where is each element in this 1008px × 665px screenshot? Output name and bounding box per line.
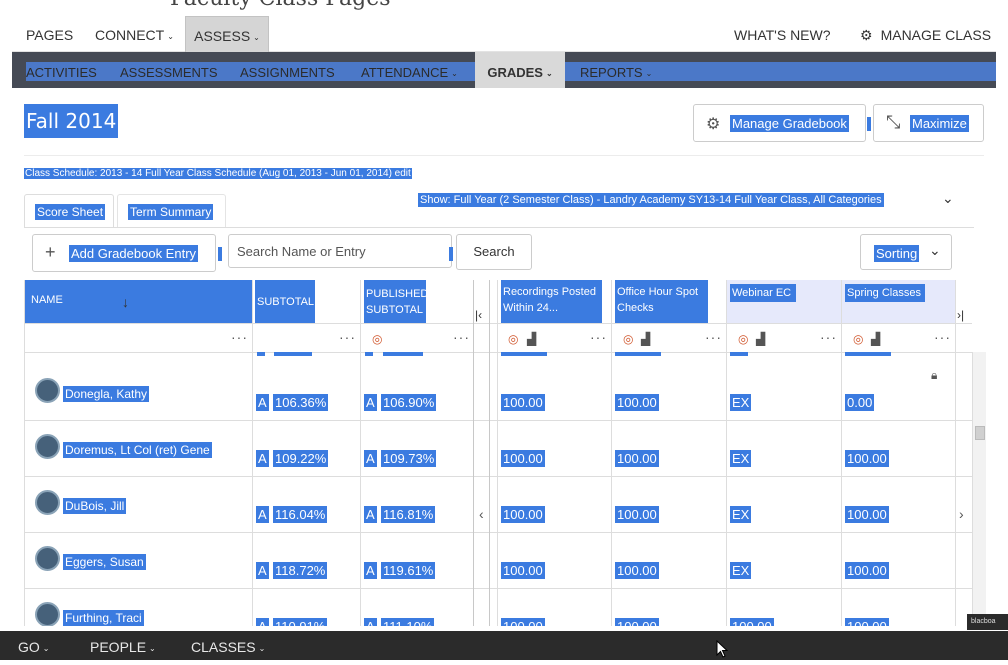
scroll-right-icon[interactable]: › [959, 506, 964, 522]
gear-icon: ⚙ [706, 116, 721, 133]
column-header-name[interactable]: NAME [29, 292, 65, 308]
column-header-published-subtotal[interactable]: SUBTOTAL [364, 302, 425, 318]
lock-icon: 🔒︎ [931, 368, 938, 382]
top-nav: PAGES CONNECT ⌄ ASSESS ⌄ WHAT'S NEW? ⚙ MANA… [12, 16, 996, 52]
show-filter[interactable]: Show: Full Year (2 Semester Class) - Lan… [418, 193, 884, 207]
scroll-last-icon[interactable]: ›| [957, 308, 964, 322]
column-header-office-hour[interactable]: Office Hour Spot [615, 284, 700, 300]
publish-icon[interactable]: ◎ [853, 332, 863, 346]
scroll-first-icon[interactable]: |‹ [475, 308, 482, 322]
plus-icon: + [45, 242, 56, 262]
avatar [35, 602, 60, 626]
nav-connect[interactable]: CONNECT ⌄ [95, 16, 174, 52]
student-name[interactable]: Donegla, Kathy [63, 386, 150, 402]
student-name[interactable]: Furthing, Traci [63, 610, 144, 626]
publish-icon[interactable]: ◎ [372, 332, 382, 346]
subnav-activities[interactable]: ACTIVITIES [26, 52, 97, 88]
tab-score-sheet[interactable]: Score Sheet [24, 194, 114, 228]
column-header-recordings-2[interactable]: Within 24... [501, 300, 560, 316]
subnav-assignments[interactable]: ASSIGNMENTS [240, 52, 335, 88]
avatar [35, 490, 60, 515]
column-header-recordings[interactable]: Recordings Posted [501, 284, 598, 300]
sub-nav: ACTIVITIES ASSESSMENTS ASSIGNMENTS ATTEN… [12, 52, 996, 88]
more-options-icon[interactable]: ··· [705, 329, 722, 345]
more-options-icon[interactable]: ··· [453, 329, 470, 345]
nav-pages[interactable]: PAGES [26, 16, 73, 52]
more-options-icon[interactable]: ··· [590, 329, 607, 345]
publish-icon[interactable]: ◎ [738, 332, 748, 346]
column-header-spring[interactable]: Spring Classes [845, 285, 923, 301]
student-name[interactable]: Eggers, Susan [63, 554, 146, 570]
column-header-webinar[interactable]: Webinar EC [730, 285, 793, 301]
mouse-cursor-icon [716, 640, 728, 658]
class-schedule: Class Schedule: 2013 - 14 Full Year Clas… [24, 168, 412, 179]
chevron-down-icon: ⌄ [167, 32, 174, 41]
avatar [35, 546, 60, 571]
gear-icon: ⚙ [860, 27, 873, 43]
publish-icon[interactable]: ◎ [508, 332, 518, 346]
search-input[interactable] [228, 234, 452, 268]
add-gradebook-entry-button[interactable]: + Add Gradebook Entry [32, 234, 216, 272]
subnav-assessments[interactable]: ASSESSMENTS [120, 52, 218, 88]
subnav-grades[interactable]: GRADES ⌄ [475, 52, 565, 88]
subnav-reports[interactable]: REPORTS ⌄ [580, 52, 652, 88]
nav-whats-new[interactable]: WHAT'S NEW? [734, 16, 831, 52]
nav-assess[interactable]: ASSESS ⌄ [185, 16, 269, 52]
watermark: blacboa [967, 614, 1008, 630]
student-name[interactable]: Doremus, Lt Col (ret) Gene [63, 442, 212, 458]
page-title: Fall 2014 [24, 104, 119, 138]
avatar [35, 378, 60, 403]
manage-gradebook-button[interactable]: ⚙ Manage Gradebook [693, 104, 866, 142]
scrollbar-thumb[interactable] [975, 426, 985, 440]
tab-term-summary[interactable]: Term Summary [117, 194, 226, 228]
subnav-attendance[interactable]: ATTENDANCE ⌄ [361, 52, 458, 88]
search-button[interactable]: Search [456, 234, 532, 270]
student-name[interactable]: DuBois, Jill [63, 498, 127, 514]
stats-icon[interactable]: ▟ [641, 332, 650, 346]
maximize-button[interactable]: ⤡ Maximize [873, 104, 984, 142]
column-header-published[interactable]: PUBLISHED [364, 286, 430, 302]
more-options-icon[interactable]: ··· [934, 329, 951, 345]
app-title: Faculty Class Pages [170, 0, 391, 11]
chevron-down-icon: ⌄ [149, 644, 156, 653]
gradebook-grid: NAME ↓ SUBTOTAL PUBLISHED SUBTOTAL |‹ Re… [24, 280, 972, 626]
nav-manage-class[interactable]: ⚙ MANAGE CLASS [860, 16, 991, 52]
sort-arrow-icon[interactable]: ↓ [122, 294, 129, 310]
chevron-down-icon: ⌄ [253, 33, 260, 42]
scroll-left-icon[interactable]: ‹ [479, 506, 484, 522]
chevron-down-icon: ⌄ [258, 644, 266, 653]
stats-icon[interactable]: ▟ [756, 332, 765, 346]
avatar [35, 434, 60, 459]
chevron-down-icon: ⌄ [645, 69, 653, 78]
publish-icon[interactable]: ◎ [623, 332, 633, 346]
chevron-down-icon[interactable]: ⌄ [942, 190, 954, 207]
column-header-office-hour-2[interactable]: Checks [615, 300, 656, 316]
column-header-subtotal[interactable]: SUBTOTAL [255, 294, 316, 310]
chevron-down-icon: ⌄ [42, 644, 50, 653]
chevron-down-icon: ⌄ [451, 69, 458, 78]
vertical-scrollbar[interactable] [972, 352, 986, 626]
expand-icon: ⤡ [886, 112, 901, 132]
more-options-icon[interactable]: ··· [339, 329, 356, 345]
more-options-icon[interactable]: ··· [820, 329, 837, 345]
stats-icon[interactable]: ▟ [871, 332, 880, 346]
stats-icon[interactable]: ▟ [527, 332, 536, 346]
chevron-down-icon: ⌄ [929, 242, 941, 258]
sorting-button[interactable]: Sorting ⌄ [860, 234, 952, 270]
more-options-icon[interactable]: ··· [231, 329, 248, 345]
chevron-down-icon: ⌄ [545, 69, 553, 78]
bottom-bar: GO ⌄ PEOPLE ⌄ CLASSES ⌄ [0, 631, 1008, 660]
